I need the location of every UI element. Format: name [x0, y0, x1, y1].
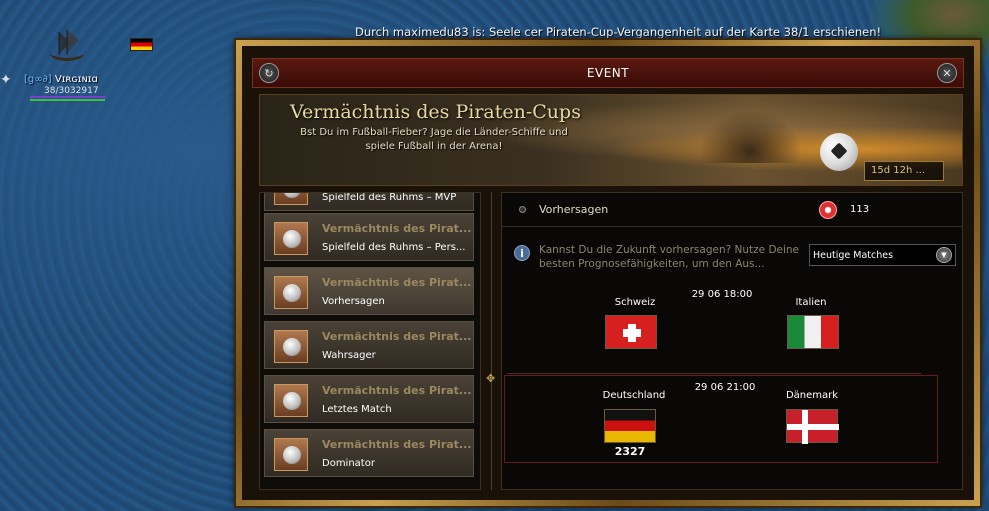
coin-icon: [819, 201, 837, 219]
list-item-subtitle: Wahrsager: [322, 350, 376, 361]
radio-icon: [519, 206, 526, 213]
match-filter-dropdown[interactable]: Heutige Matches ▼: [809, 244, 956, 266]
event-window: ↻ EVENT ✕ Vermächtnis des Piraten-Cups B…: [236, 40, 980, 506]
banner-title: Vermächtnis des Piraten-Cups: [290, 101, 581, 123]
prediction-header: Vorhersagen 113: [502, 193, 962, 227]
match-separator: [507, 373, 921, 374]
event-list[interactable]: Spielfeld des Ruhms – MVP Vermächtnis de…: [259, 192, 481, 490]
event-banner: Vermächtnis des Piraten-Cups Bst Du im F…: [259, 94, 963, 186]
dropdown-selected: Heutige Matches: [813, 250, 894, 261]
event-timer: 15d 12h ...: [864, 161, 944, 181]
list-item[interactable]: Vermächtnis des Pirat... Dominator: [264, 429, 474, 477]
guild-tag: [g∞∂]: [24, 74, 52, 85]
flag-denmark[interactable]: [786, 409, 839, 444]
football-icon: [274, 438, 308, 471]
match-row[interactable]: Deutschland 29 06 21:00 Dänemark 2327: [504, 375, 938, 463]
list-item-title: Vermächtnis des Pirat...: [322, 384, 472, 397]
list-item[interactable]: Vermächtnis des Pirat... Wahrsager: [264, 321, 474, 369]
banner-description: Bst Du im Fußball-Fieber? Jage die Lände…: [300, 127, 568, 152]
list-item-subtitle: Dominator: [322, 458, 375, 469]
football-icon: [274, 276, 308, 309]
list-item-subtitle: Letztes Match: [322, 404, 392, 415]
info-icon[interactable]: i: [514, 245, 530, 261]
football-icon: [820, 133, 858, 171]
list-item[interactable]: Vermächtnis des Pirat... Letztes Match: [264, 375, 474, 423]
world-announcement: Durch maximedu83 is: Seele cer Piraten-C…: [355, 25, 882, 39]
list-item[interactable]: Spielfeld des Ruhms – MVP: [264, 192, 474, 211]
football-icon: [274, 330, 308, 363]
match-row[interactable]: Schweiz 29 06 18:00 Italien: [502, 285, 962, 365]
dropdown-arrow-icon[interactable]: ▼: [936, 247, 952, 263]
coin-count: 113: [850, 204, 870, 215]
player-name-label[interactable]: [g∞∂] Vɪʀɢɪɴɪɑ: [24, 74, 98, 85]
list-item-title: Vermächtnis des Pirat...: [322, 276, 472, 289]
close-icon[interactable]: ✕: [937, 63, 957, 83]
flag-germany[interactable]: [604, 409, 656, 443]
list-item-subtitle: Vorhersagen: [322, 296, 385, 307]
panel-divider[interactable]: ✥: [485, 192, 499, 490]
list-item-title: Vermächtnis des Pirat...: [322, 438, 472, 451]
list-item[interactable]: Vermächtnis des Pirat... Spielfeld des R…: [264, 213, 474, 261]
event-titlebar: ↻ EVENT ✕: [252, 58, 964, 88]
player-name: Vɪʀɢɪɴɪɑ: [54, 74, 98, 85]
event-title: EVENT: [586, 66, 630, 80]
prediction-label: Vorhersagen: [539, 203, 609, 216]
flag-italy[interactable]: [787, 315, 839, 349]
divider-line: [491, 192, 492, 490]
home-score: 2327: [614, 445, 646, 458]
away-team: Dänemark: [785, 390, 839, 401]
football-icon: [274, 193, 308, 205]
flag-switzerland[interactable]: [605, 315, 657, 349]
football-icon: [274, 384, 308, 417]
scroll-knob-icon[interactable]: ✥: [486, 372, 495, 385]
player-hp: 38/3032917: [44, 86, 99, 96]
home-team: Deutschland: [602, 390, 666, 401]
list-item-subtitle: Spielfeld des Ruhms – Pers...: [322, 242, 466, 253]
prediction-panel: Vorhersagen 113 i Kannst Du die Zukunft …: [501, 192, 963, 490]
list-item-selected[interactable]: Vermächtnis des Pirat... Vorhersagen: [264, 267, 474, 315]
list-item-title: Vermächtnis des Pirat...: [322, 222, 472, 235]
banner-ships-art: [690, 103, 810, 163]
player-energy-bar: [30, 96, 105, 98]
football-icon: [274, 222, 308, 255]
cursor-icon: ✦: [0, 72, 12, 88]
info-text: Kannst Du die Zukunft vorhersagen? Nutze…: [539, 244, 800, 270]
player-health-bar: [30, 99, 105, 101]
away-team: Italien: [795, 297, 827, 308]
germany-flag-icon: [130, 38, 153, 51]
list-item-title: Vermächtnis des Pirat...: [322, 330, 472, 343]
player-ship-icon[interactable]: [45, 28, 89, 64]
list-item-subtitle: Spielfeld des Ruhms – MVP: [322, 192, 457, 203]
